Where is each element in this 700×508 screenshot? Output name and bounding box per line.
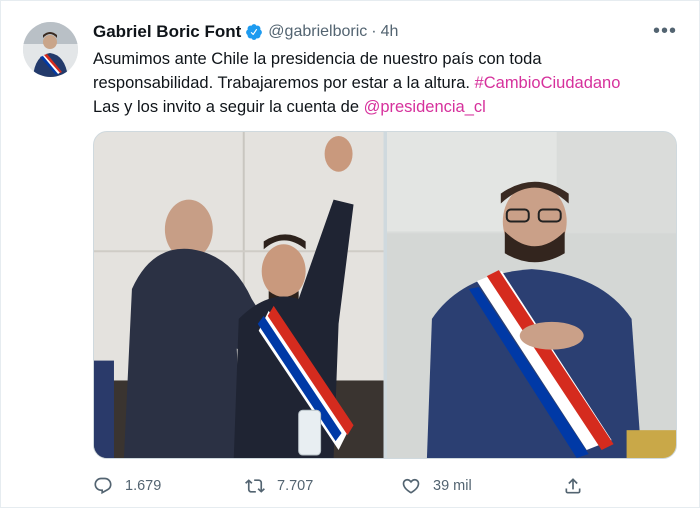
like-button[interactable]: 39 mil bbox=[401, 476, 472, 496]
like-count: 39 mil bbox=[433, 478, 472, 494]
avatar[interactable] bbox=[23, 22, 78, 77]
tweet-text: Asumimos ante Chile la presidencia de nu… bbox=[93, 47, 683, 119]
reply-count: 1.679 bbox=[125, 478, 162, 494]
retweet-count: 7.707 bbox=[277, 478, 314, 494]
tweet-timestamp[interactable]: 4h bbox=[381, 23, 399, 41]
tweet-text-line-1: Asumimos ante Chile la presidencia de nu… bbox=[93, 50, 542, 68]
mention-link[interactable]: @presidencia_cl bbox=[364, 98, 486, 116]
author-name[interactable]: Gabriel Boric Font bbox=[93, 22, 241, 42]
tweet-actions: 1.679 7.707 39 mil bbox=[93, 471, 593, 501]
author-handle[interactable]: @gabrielboric bbox=[268, 23, 367, 41]
share-button[interactable] bbox=[563, 476, 595, 496]
tweet-text-line-3: Las y los invito a seguir la cuenta de @… bbox=[93, 95, 683, 119]
photo-left[interactable] bbox=[94, 132, 384, 458]
tweet-header: Gabriel Boric Font @gabrielboric · 4h bbox=[93, 19, 683, 45]
photo-right[interactable] bbox=[386, 132, 676, 458]
tweet-text-segment: responsabilidad. Trabajaremos por estar … bbox=[93, 74, 475, 92]
reply-button[interactable]: 1.679 bbox=[93, 476, 161, 496]
hashtag-link[interactable]: #CambioCiudadano bbox=[475, 74, 621, 92]
tweet-text-segment: Las y los invito a seguir la cuenta de bbox=[93, 98, 364, 116]
reply-icon bbox=[94, 477, 112, 495]
share-icon bbox=[565, 478, 581, 494]
media-grid bbox=[93, 131, 677, 459]
more-icon[interactable]: ••• bbox=[653, 21, 677, 41]
retweet-button[interactable]: 7.707 bbox=[245, 476, 313, 496]
separator-dot: · bbox=[371, 23, 377, 40]
tweet-card[interactable]: Gabriel Boric Font @gabrielboric · 4h As… bbox=[0, 0, 700, 508]
retweet-icon bbox=[245, 479, 265, 493]
tweet-content: Gabriel Boric Font @gabrielboric · 4h As… bbox=[93, 19, 683, 119]
heart-icon bbox=[402, 478, 420, 494]
verified-badge-icon bbox=[245, 23, 263, 41]
tweet-text-line-2: responsabilidad. Trabajaremos por estar … bbox=[93, 71, 683, 95]
